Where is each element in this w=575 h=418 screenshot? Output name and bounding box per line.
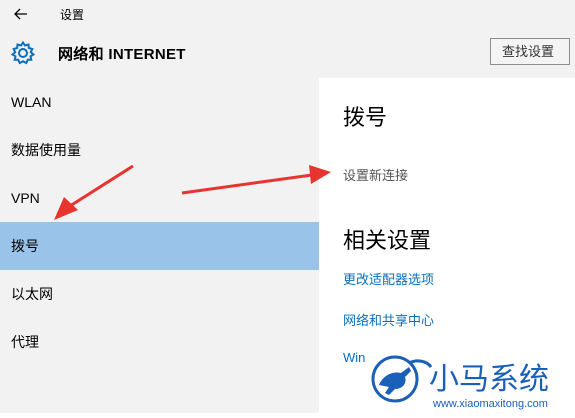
sidebar: WLAN 数据使用量 VPN 拨号 以太网 代理 xyxy=(0,78,319,413)
sidebar-item-data-usage[interactable]: 数据使用量 xyxy=(0,126,319,174)
sidebar-item-vpn[interactable]: VPN xyxy=(0,174,319,222)
watermark-url: www.xiaomaxitong.com xyxy=(432,398,548,410)
watermark: 小马系统 www.xiaomaxitong.com xyxy=(365,345,575,413)
horse-logo-icon: 小马系统 www.xiaomaxitong.com xyxy=(371,355,549,410)
change-adapter-options-link[interactable]: 更改适配器选项 xyxy=(343,269,434,288)
search-input[interactable]: 查找设置 xyxy=(490,38,570,65)
section-title: 拨号 xyxy=(343,105,388,130)
back-button[interactable] xyxy=(8,2,34,26)
related-settings-title: 相关设置 xyxy=(343,228,432,253)
sidebar-item-wlan[interactable]: WLAN xyxy=(0,78,319,126)
network-sharing-center-link[interactable]: 网络和共享中心 xyxy=(343,310,434,329)
window-title: 设置 xyxy=(60,8,85,22)
windows-firewall-link[interactable]: Win xyxy=(343,350,365,365)
sidebar-item-proxy[interactable]: 代理 xyxy=(0,318,319,366)
page-header: 网络和 INTERNET 查找设置 xyxy=(0,28,575,78)
gear-icon xyxy=(10,40,36,65)
arrow-left-icon xyxy=(14,8,27,20)
sidebar-item-dialup[interactable]: 拨号 xyxy=(0,222,319,270)
watermark-brand: 小马系统 xyxy=(429,362,549,397)
setup-new-connection-link[interactable]: 设置新连接 xyxy=(343,165,408,184)
title-bar: 设置 xyxy=(0,0,575,28)
page-title: 网络和 INTERNET xyxy=(58,46,186,63)
sidebar-item-ethernet[interactable]: 以太网 xyxy=(0,270,319,318)
